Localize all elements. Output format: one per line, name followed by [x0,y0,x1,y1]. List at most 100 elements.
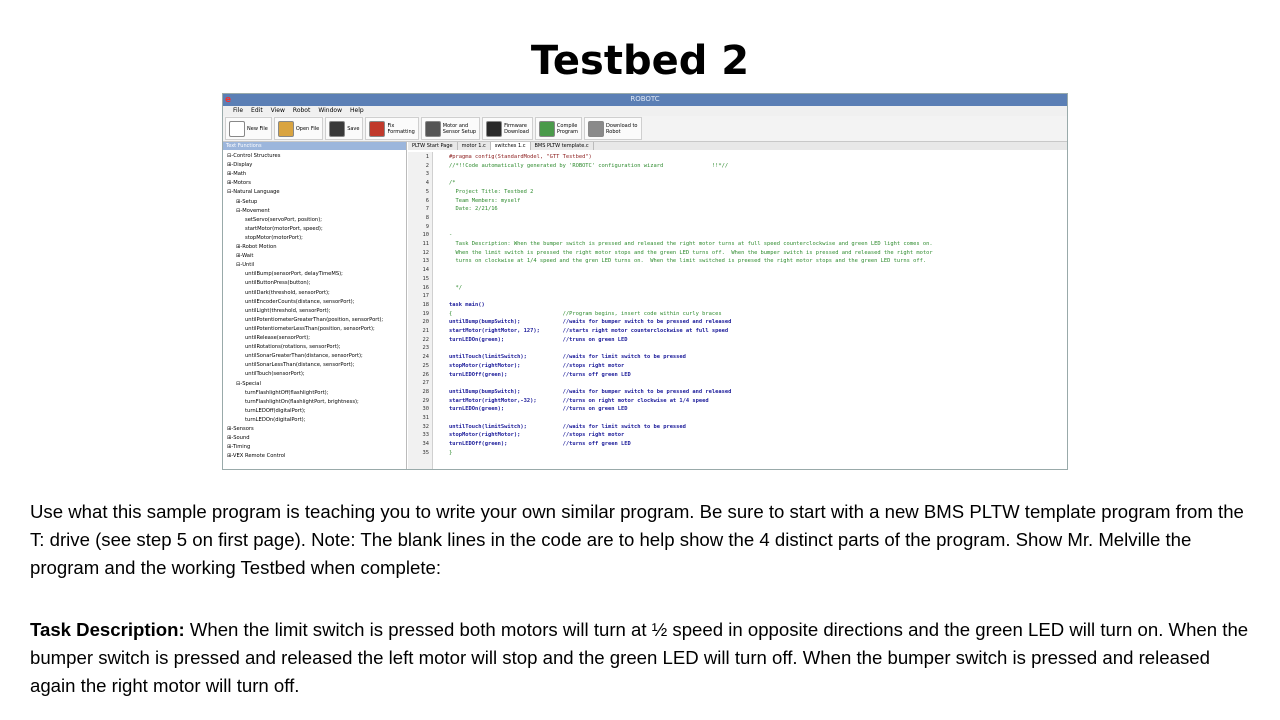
toolbar-button-5[interactable]: Firmware Download [482,117,533,140]
menu-item-edit[interactable]: Edit [251,106,263,116]
toolbar-button-label: Download to Robot [606,122,638,135]
line-number: 34 [422,441,430,448]
instructions-paragraph: Use what this sample program is teaching… [30,501,1244,578]
line-number: 18 [422,301,430,308]
code-line: stopMotor(rightMotor); //stops right mot… [449,362,625,369]
line-number: 1 [425,154,429,160]
tree-item[interactable]: untilButtonPress(button); [245,279,310,287]
editor-tab[interactable]: motor 1.c [458,142,491,150]
tree-item[interactable]: untilRotations(rotations, sensorPort); [245,343,341,351]
open-folder-icon [277,120,294,137]
toolbar-button-3[interactable]: Fix Formatting [365,117,419,140]
motor-icon [424,120,441,137]
toolbar-button-0[interactable]: New File [225,117,272,140]
tree-item[interactable]: untilRelease(sensorPort); [245,334,310,342]
code-line: #pragma config(StandardModel, "GTT Testb… [449,154,592,160]
tree-item[interactable]: untilPotentiometerLessThan(position, sen… [245,325,375,333]
tree-item[interactable]: untilPotentiometerGreaterThan(position, … [245,316,383,324]
tree-item[interactable]: ⊞-Timing [227,443,250,451]
menu-item-help[interactable]: Help [350,106,364,116]
code-editor[interactable]: 1 2 3 4 5 6 7 8 9 10 11 12 13 14 15 16 17 18 19 20 21 22 23 24 2… [408,152,1067,469]
tree-item[interactable]: turnFlashlightOn(flashlightPort, brightn… [245,398,359,406]
save-icon [329,120,346,137]
tree-item[interactable]: turnLEDOn(digitalPort); [245,416,305,424]
code-line: untilTouch(limitSwitch); //waits for lim… [449,423,686,430]
tree-item[interactable]: ⊟-Control Structures [227,152,280,160]
line-number: 4 [425,180,429,187]
menu-item-window[interactable]: Window [318,106,342,116]
function-tree-panel: Text Functions ⊟-Control Structures ⊞-Dis… [223,142,407,469]
tree-item[interactable]: untilBump(sensorPort, delayTimeMS); [245,270,343,278]
tree-item[interactable]: ⊞-Robot Motion [236,243,277,251]
line-number: 15 [422,275,430,282]
tree-item[interactable]: ⊟-Special [236,380,261,388]
window-titlebar: e ROBOTC [223,94,1067,106]
tree-item[interactable]: untilSonarGreaterThan(distance, sensorPo… [245,352,363,360]
line-number: 12 [422,249,430,256]
toolbar-button-2[interactable]: Save [325,117,364,140]
tree-item[interactable]: untilLight(threshold, sensorPort); [245,307,330,315]
tree-header: Text Functions [223,142,406,150]
line-number: 14 [422,267,430,274]
toolbar-button-label: Fix Formatting [387,122,415,135]
line-number: 32 [422,423,430,430]
tree-item[interactable]: ⊞-Sensors [227,425,254,433]
tree-item[interactable]: ⊞-Setup [236,198,257,206]
toolbar-button-label: Motor and Sensor Setup [442,122,477,135]
tree-item[interactable]: ⊟-Natural Language [227,188,280,196]
line-number: 5 [425,188,429,195]
tree-item[interactable]: startMotor(motorPort, speed); [245,225,323,233]
menu-item-view[interactable]: View [271,106,285,116]
line-number: 7 [425,206,429,213]
menu-item-file[interactable]: File [233,106,243,116]
task-text: When the limit switch is pressed both mo… [30,619,1249,696]
toolbar-button-1[interactable]: Open File [273,117,324,140]
code-line: { //Program begins, insert code within c… [449,310,722,317]
download-robot-icon [588,120,605,137]
tree-item[interactable]: ⊞-VEX Remote Control [227,452,285,460]
code-line: Team Members: myself [449,197,521,204]
code-line: untilBump(bumpSwitch); //waits for bumpe… [449,388,732,395]
code-line: Date: 2/21/16 [449,206,498,213]
tree-item[interactable]: setServo(servoPort, position); [245,216,322,224]
tree-item[interactable]: turnLEDOff(digitalPort); [245,407,306,415]
tree-item[interactable]: ⊞-Wait [236,252,253,260]
line-number: 24 [422,354,430,361]
toolbar-button-label: Compile Program [556,122,579,135]
tree-item[interactable]: ⊟-Until [236,261,254,269]
toolbar: New File Open File Save Fix Formatting Motor… [223,116,1067,142]
line-number: 26 [422,371,430,378]
tree-item[interactable]: ⊞-Sound [227,434,250,442]
line-number: 28 [422,388,430,395]
line-number-gutter: 1 2 3 4 5 6 7 8 9 10 11 12 13 14 15 16 17 18 19 20 21 22 23 24 2… [408,152,433,469]
editor-tab[interactable]: PLTW Start Page [408,142,458,150]
line-number: 23 [422,345,430,352]
tree-item[interactable]: untilTouch(sensorPort); [245,370,305,378]
toolbar-button-4[interactable]: Motor and Sensor Setup [420,117,481,140]
code-line: When the limit switch is pressed the rig… [449,249,933,256]
toolbar-button-7[interactable]: Download to Robot [584,117,642,140]
line-number: 30 [422,406,430,413]
tree-item[interactable]: untilEncoderCounts(distance, sensorPort)… [245,298,354,306]
code-line: //*!!Code automatically generated by 'RO… [449,162,729,169]
menu-item-robot[interactable]: Robot [293,106,310,116]
editor-tab[interactable]: switches 1.c [490,142,531,150]
tree-item[interactable]: ⊞-Motors [227,179,251,187]
tree-item[interactable]: untilSonarLessThan(distance, sensorPort)… [245,361,354,369]
editor-tab[interactable]: BMS PLTW template.c [531,142,594,150]
code-line: turns on clockwise at 1/4 speed and the … [449,258,927,265]
line-number: 31 [422,415,430,421]
tree-item[interactable]: turnFlashlightOff(flashlightPort); [245,389,328,397]
toolbar-button-6[interactable]: Compile Program [534,117,583,140]
code-line: stopMotor(rightMotor); //stops right mot… [449,432,625,439]
toolbar-button-label: Firmware Download [504,122,529,135]
line-number: 16 [422,284,430,291]
tree-item[interactable]: untilDark(threshold, sensorPort); [245,289,330,297]
tree-item[interactable]: ⊞-Math [227,170,246,178]
code-line: */ [449,284,462,291]
tree-item[interactable]: ⊞-Display [227,161,252,169]
tree-item[interactable]: stopMotor(motorPort); [245,234,303,242]
line-number: 9 [425,223,429,230]
line-number: 8 [425,214,429,221]
tree-item[interactable]: ⊟-Movement [236,207,270,215]
